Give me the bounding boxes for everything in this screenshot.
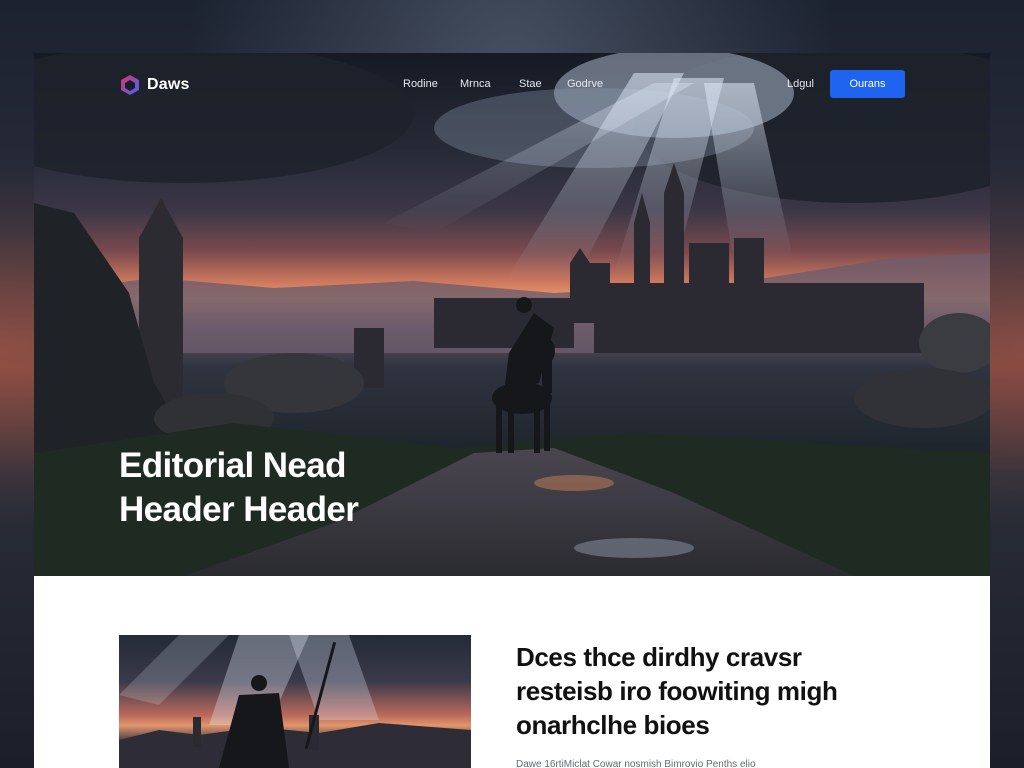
article-meta: Dawe 16rtiMiclat Cowar nosmish Bimrovio … — [516, 759, 756, 768]
brand-name: Daws — [147, 76, 190, 93]
login-link[interactable]: Ldgul — [787, 78, 814, 90]
article-title[interactable]: Dces thce dirdhy cravsr resteisb iro foo… — [516, 640, 936, 742]
hero-section: Daws Rodine Mrnca Stae Godrve Ldgul Oura… — [34, 53, 990, 576]
brand-logo-icon — [121, 75, 139, 95]
nav-link-1[interactable]: Rodine — [403, 78, 443, 90]
nav-link-4[interactable]: Godrve — [567, 78, 617, 90]
hero-title-line-1: Editorial Nead — [119, 446, 347, 485]
article-title-line-2: resteisb iro foowiting migh — [516, 676, 838, 706]
article-thumbnail[interactable] — [119, 635, 471, 768]
nav-link-3[interactable]: Stae — [519, 78, 559, 90]
brand-logo[interactable]: Daws — [119, 73, 190, 97]
hero-title-line-2: Header Header — [119, 490, 359, 529]
article-thumbnail-illustration — [119, 635, 471, 768]
browser-page: Daws Rodine Mrnca Stae Godrve Ldgul Oura… — [34, 53, 990, 768]
cta-button[interactable]: Ourans — [830, 70, 905, 98]
hero-title: Editorial Nead Header Header — [119, 444, 539, 532]
top-navigation: Daws Rodine Mrnca Stae Godrve Ldgul Oura… — [34, 53, 990, 117]
nav-link-2[interactable]: Mrnca — [460, 78, 500, 90]
article-title-line-1: Dces thce dirdhy cravsr — [516, 642, 802, 672]
featured-article: Dces thce dirdhy cravsr resteisb iro foo… — [34, 576, 990, 768]
article-title-line-3: onarhclhe bioes — [516, 710, 710, 740]
